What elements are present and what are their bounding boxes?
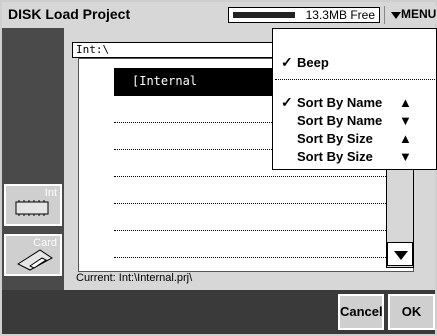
menu-item-sort-size-asc[interactable]: Sort By Size ▲	[273, 129, 433, 147]
menu-button[interactable]: MENU	[384, 6, 437, 24]
scroll-down-button[interactable]	[387, 242, 413, 266]
checkmark-icon: ✓	[281, 94, 293, 110]
sort-ascending-icon: ▲	[399, 131, 412, 146]
menu-item-sort-size-desc[interactable]: Sort By Size ▼	[273, 147, 433, 165]
menu-item-label: Beep	[297, 55, 329, 70]
screen: DISK Load Project 13.3MB Free MENU Int C…	[0, 0, 437, 336]
current-file-status: Current: Int:\Internal.prj\	[76, 272, 193, 284]
cancel-button[interactable]: Cancel	[338, 294, 384, 330]
menu-separator	[275, 79, 435, 81]
menu-item-beep[interactable]: ✓ Beep	[273, 53, 433, 71]
disk-space-meter: 13.3MB Free	[228, 7, 380, 23]
menu-item-label: Sort By Name	[297, 113, 383, 128]
device-card-button[interactable]: Card	[4, 234, 62, 276]
file-list-item-label: [Internal	[132, 74, 198, 88]
file-list-item[interactable]	[114, 203, 386, 231]
menu-item-label: Sort By Size	[297, 149, 373, 164]
sort-ascending-icon: ▲	[399, 95, 412, 110]
sort-descending-icon: ▼	[399, 149, 412, 164]
menu-dropdown: ✓ Beep ✓ Sort By Name ▲ Sort By Name ▼ S…	[272, 28, 437, 170]
menu-item-sort-name-asc[interactable]: ✓ Sort By Name ▲	[273, 93, 433, 111]
internal-memory-icon	[15, 200, 49, 216]
menu-arrow-icon	[391, 12, 401, 19]
device-panel: Int Card	[2, 28, 64, 290]
menu-item-sort-name-desc[interactable]: Sort By Name ▼	[273, 111, 433, 129]
disk-usage-bar	[233, 12, 295, 18]
device-int-button[interactable]: Int	[4, 184, 62, 226]
checkmark-icon: ✓	[281, 54, 293, 70]
window-title: DISK Load Project	[8, 6, 131, 22]
ok-button[interactable]: OK	[388, 294, 435, 330]
menu-button-label: MENU	[401, 7, 437, 21]
file-list-item[interactable]	[114, 230, 386, 258]
title-bar: DISK Load Project 13.3MB Free MENU	[2, 2, 437, 29]
menu-item-label: Sort By Size	[297, 131, 373, 146]
chevron-down-icon	[394, 251, 408, 260]
file-list-item[interactable]	[114, 176, 386, 204]
free-space-label: 13.3MB Free	[305, 8, 375, 22]
sort-descending-icon: ▼	[399, 113, 412, 128]
menu-item-label: Sort By Name	[297, 95, 383, 110]
card-icon	[16, 249, 53, 271]
path-text: Int:\	[76, 43, 110, 56]
